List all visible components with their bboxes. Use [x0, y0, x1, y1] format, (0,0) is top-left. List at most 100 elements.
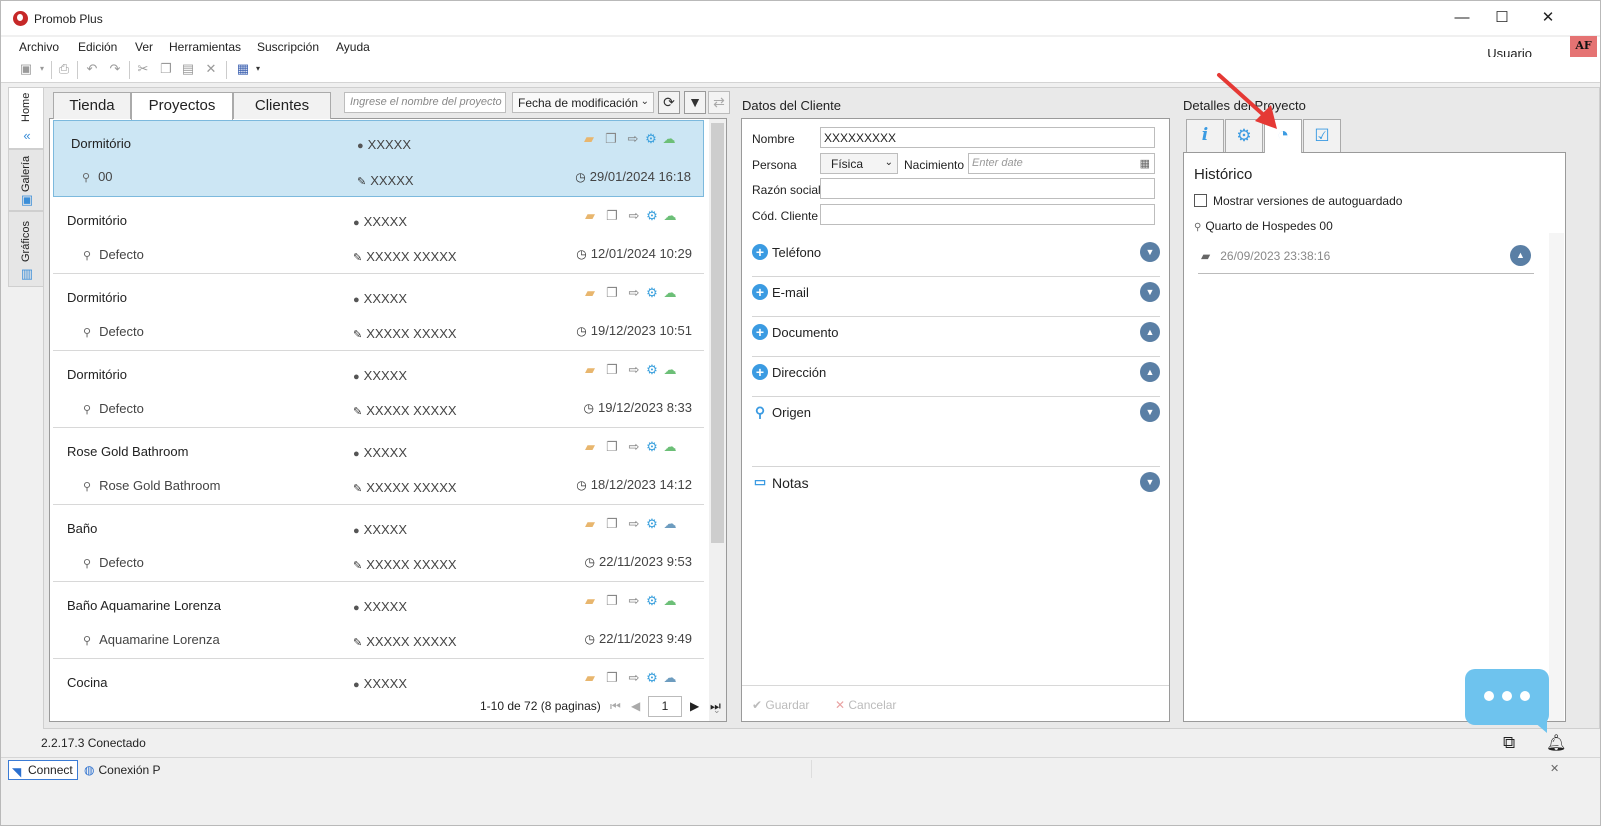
open-folder-icon[interactable]: ▰ [582, 593, 598, 609]
menu-suscripcion[interactable]: Suscripción [257, 40, 319, 54]
cloud-icon[interactable]: ☁ [662, 208, 678, 224]
project-row[interactable]: Rose Gold Bathroom ⚲ Rose Gold Bathroom ●… [53, 429, 704, 505]
version-tree-icon[interactable]: ⚙ [644, 208, 660, 224]
duplicate-icon[interactable]: ❐ [604, 516, 620, 532]
side-tab-galeria[interactable]: Galería ▣ [8, 149, 44, 211]
expand-down-icon[interactable]: ▼ [1140, 282, 1160, 302]
palette-icon[interactable]: ▦ [236, 62, 250, 76]
save-icon[interactable]: ▣ [19, 62, 33, 76]
delete-icon[interactable]: ✕ [204, 62, 218, 76]
nacimiento-field[interactable]: Enter date ▦ [968, 153, 1155, 174]
tab-checklist[interactable]: ☑ [1303, 119, 1341, 152]
section-notas[interactable]: ▭ Notas ▼ [752, 467, 1160, 507]
menu-herramientas[interactable]: Herramientas [169, 40, 241, 54]
side-tab-graficos[interactable]: Gráficos ▥ [8, 211, 44, 287]
export-icon[interactable]: ⇨ [626, 362, 642, 378]
project-search-input[interactable]: Ingrese el nombre del proyecto [344, 92, 506, 113]
menu-archivo[interactable]: Archivo [19, 40, 59, 54]
cod-cliente-field[interactable] [820, 204, 1155, 225]
menu-ver[interactable]: Ver [135, 40, 153, 54]
duplicate-icon[interactable]: ❐ [604, 439, 620, 455]
expand-down-icon[interactable]: ▼ [1140, 242, 1160, 262]
bell-icon[interactable]: 🔔︎ [1546, 733, 1566, 753]
export-icon[interactable]: ⇨ [626, 593, 642, 609]
close-button[interactable]: ✕ [1525, 7, 1571, 29]
project-list-scrollbar[interactable]: ⌄ [709, 119, 726, 721]
add-icon[interactable]: + [752, 324, 768, 340]
filter-button[interactable]: ▼ [684, 91, 706, 114]
cloud-icon[interactable]: ☁ [662, 516, 678, 532]
duplicate-icon[interactable]: ❐ [604, 208, 620, 224]
project-row[interactable]: Baño Aquamarine Lorenza ⚲ Aquamarine Lore… [53, 583, 704, 659]
duplicate-icon[interactable]: ❐ [604, 285, 620, 301]
cut-icon[interactable]: ✂ [136, 62, 150, 76]
cloud-icon[interactable]: ☁ [662, 285, 678, 301]
export-icon[interactable]: ⇨ [626, 670, 642, 686]
cloud-icon[interactable]: ☁ [662, 362, 678, 378]
add-icon[interactable]: + [752, 244, 768, 260]
export-icon[interactable]: ⇨ [626, 285, 642, 301]
autosave-checkbox[interactable] [1194, 194, 1207, 207]
cloud-icon[interactable]: ☁ [662, 439, 678, 455]
menu-ayuda[interactable]: Ayuda [336, 40, 370, 54]
screens-icon[interactable]: ⧉ [1503, 733, 1515, 753]
expand-down-icon[interactable]: ▼ [1140, 402, 1160, 422]
export-icon[interactable]: ⇨ [626, 516, 642, 532]
project-row[interactable]: Baño ⚲ Defecto ● XXXXX ✎ XXXXX XXXXX ◷ 22/11… [53, 506, 704, 582]
open-folder-icon[interactable]: ▰ [582, 285, 598, 301]
print-icon[interactable]: ⎙ [57, 62, 71, 76]
sort-select[interactable]: Fecha de modificación ⌄ [512, 92, 654, 113]
paste-icon[interactable]: ▤ [181, 62, 195, 76]
conexion-tab[interactable]: ◍ Conexión P [84, 763, 161, 777]
prev-page-icon[interactable]: ◀ [631, 699, 640, 713]
version-tree-icon[interactable]: ⚙ [643, 131, 659, 147]
history-entry[interactable]: ▰ 26/09/2023 23:38:16 [1201, 249, 1330, 263]
version-tree-icon[interactable]: ⚙ [644, 593, 660, 609]
undo-icon[interactable]: ↶ [85, 62, 99, 76]
connect-button[interactable]: ◥ Connect [8, 760, 78, 780]
menu-edicion[interactable]: Edición [78, 40, 117, 54]
swap-button[interactable]: ⇄ [708, 91, 730, 114]
export-icon[interactable]: ⇨ [626, 208, 642, 224]
version-tree-icon[interactable]: ⚙ [644, 362, 660, 378]
tab-clientes[interactable]: Clientes [233, 92, 331, 119]
export-icon[interactable]: ⇨ [625, 131, 641, 147]
project-row[interactable]: Cocina ● XXXXX ▰ ❐ ⇨ ⚙ ☁ [53, 660, 704, 700]
section-origen[interactable]: ⚲ Origen ▼ [752, 397, 1160, 467]
copy-icon[interactable]: ❐ [159, 62, 173, 76]
open-folder-icon[interactable]: ▰ [582, 208, 598, 224]
save-dropdown-icon[interactable]: ▾ [35, 62, 49, 76]
next-page-icon[interactable]: ▶ [690, 699, 699, 713]
expand-down-icon[interactable]: ▼ [1140, 472, 1160, 492]
maximize-button[interactable]: ☐ [1479, 7, 1525, 29]
open-folder-icon[interactable]: ▰ [582, 362, 598, 378]
details-scrollbar[interactable] [1549, 233, 1564, 721]
section-telefono[interactable]: + Teléfono ▼ [752, 237, 1160, 277]
open-folder-icon[interactable]: ▰ [582, 439, 598, 455]
cloud-icon[interactable]: ☁ [661, 131, 677, 147]
project-row[interactable]: Dormitório ⚲ Defecto ● XXXXX ✎ XXXXX XXXXX … [53, 352, 704, 428]
project-row[interactable]: Dormitório ⚲ 00 ● XXXXX ✎ XXXXX ◷ 29/01/2024… [53, 120, 704, 197]
save-client-button[interactable]: ✔ Guardar [752, 698, 809, 712]
version-tree-icon[interactable]: ⚙ [644, 285, 660, 301]
duplicate-icon[interactable]: ❐ [604, 362, 620, 378]
duplicate-icon[interactable]: ❐ [603, 131, 619, 147]
collapse-up-icon[interactable]: ▲ [1140, 362, 1160, 382]
last-page-icon[interactable]: ⏭ [710, 699, 721, 714]
page-number-input[interactable]: 1 [648, 696, 682, 717]
section-email[interactable]: + E-mail ▼ [752, 277, 1160, 317]
first-page-icon[interactable]: ⏮ [610, 699, 621, 714]
chat-button[interactable] [1465, 669, 1549, 733]
tab-proyectos[interactable]: Proyectos [131, 92, 233, 120]
open-folder-icon[interactable]: ▰ [582, 670, 598, 686]
add-icon[interactable]: + [752, 284, 768, 300]
palette-dropdown-icon[interactable]: ▾ [251, 62, 265, 76]
version-tree-icon[interactable]: ⚙ [644, 516, 660, 532]
razon-social-field[interactable] [820, 178, 1155, 199]
section-documento[interactable]: + Documento ▲ [752, 317, 1160, 357]
close-icon[interactable]: ✕ [1550, 762, 1559, 775]
duplicate-icon[interactable]: ❐ [604, 593, 620, 609]
open-folder-icon[interactable]: ▰ [581, 131, 597, 147]
section-direccion[interactable]: + Dirección ▲ [752, 357, 1160, 397]
scrollbar-thumb[interactable] [711, 123, 724, 543]
